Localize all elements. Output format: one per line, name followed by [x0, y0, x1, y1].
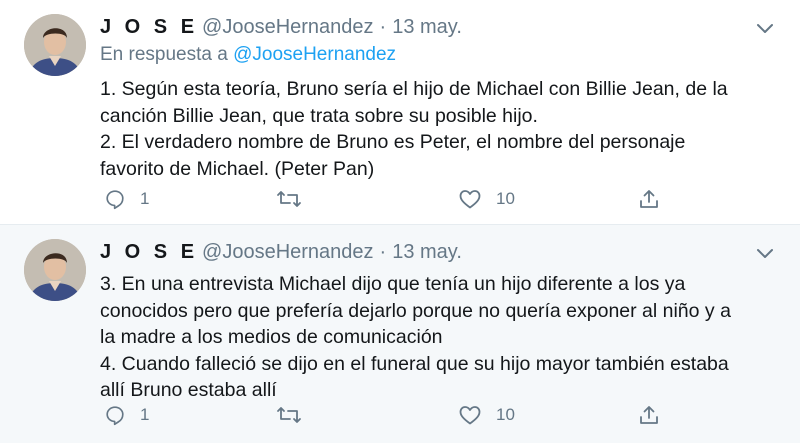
retweet-icon: [277, 191, 301, 207]
avatar-image: [24, 14, 86, 76]
separator-dot: ·: [379, 241, 387, 263]
retweet-button[interactable]: [276, 188, 316, 210]
tweet-actions: 1 10: [100, 400, 776, 430]
like-count: 10: [496, 405, 515, 424]
tweet[interactable]: J O S E @JooseHernandez · 13 may. 3. En …: [0, 225, 800, 443]
share-button[interactable]: [638, 404, 660, 426]
like-count: 10: [496, 189, 515, 208]
tweet-date[interactable]: 13 may.: [392, 14, 462, 40]
tweet-text: 1. Según esta teoría, Bruno sería el hij…: [100, 78, 728, 180]
tweet-header: J O S E @JooseHernandez · 13 may.: [100, 239, 784, 265]
heart-icon: [459, 406, 481, 425]
retweet-icon: [277, 407, 301, 423]
heart-icon: [459, 190, 481, 209]
avatar-image: [24, 239, 86, 301]
chevron-down-icon[interactable]: [754, 245, 776, 261]
share-button[interactable]: [638, 188, 660, 210]
share-icon: [640, 190, 658, 208]
tweet-date[interactable]: 13 may.: [392, 239, 462, 265]
reply-icon: [106, 406, 124, 426]
separator-dot: ·: [379, 16, 387, 38]
display-name[interactable]: J O S E: [100, 239, 198, 265]
reply-prefix: En respuesta a: [100, 44, 228, 65]
tweet[interactable]: J O S E @JooseHernandez · 13 may. En res…: [0, 0, 800, 225]
display-name[interactable]: J O S E: [100, 14, 198, 40]
retweet-button[interactable]: [276, 404, 316, 426]
avatar[interactable]: [24, 239, 86, 301]
like-button[interactable]: 10: [458, 188, 515, 210]
share-icon: [640, 406, 658, 424]
avatar[interactable]: [24, 14, 86, 76]
reply-icon: [106, 190, 124, 210]
reply-count: 1: [140, 405, 150, 424]
reply-mention-link[interactable]: @JooseHernandez: [233, 44, 396, 65]
user-handle[interactable]: @JooseHernandez: [202, 239, 374, 265]
tweet-header: J O S E @JooseHernandez · 13 may.: [100, 14, 784, 40]
like-button[interactable]: 10: [458, 404, 515, 426]
reply-button[interactable]: 1: [104, 404, 149, 426]
tweet-actions: 1 10: [100, 184, 776, 214]
reply-button[interactable]: 1: [104, 188, 149, 210]
user-handle[interactable]: @JooseHernandez: [202, 14, 374, 40]
chevron-down-icon[interactable]: [754, 20, 776, 36]
reply-context: En respuesta a @JooseHernandez: [100, 42, 784, 68]
reply-count: 1: [140, 189, 150, 208]
tweet-text: 3. En una entrevista Michael dijo que te…: [100, 273, 731, 401]
